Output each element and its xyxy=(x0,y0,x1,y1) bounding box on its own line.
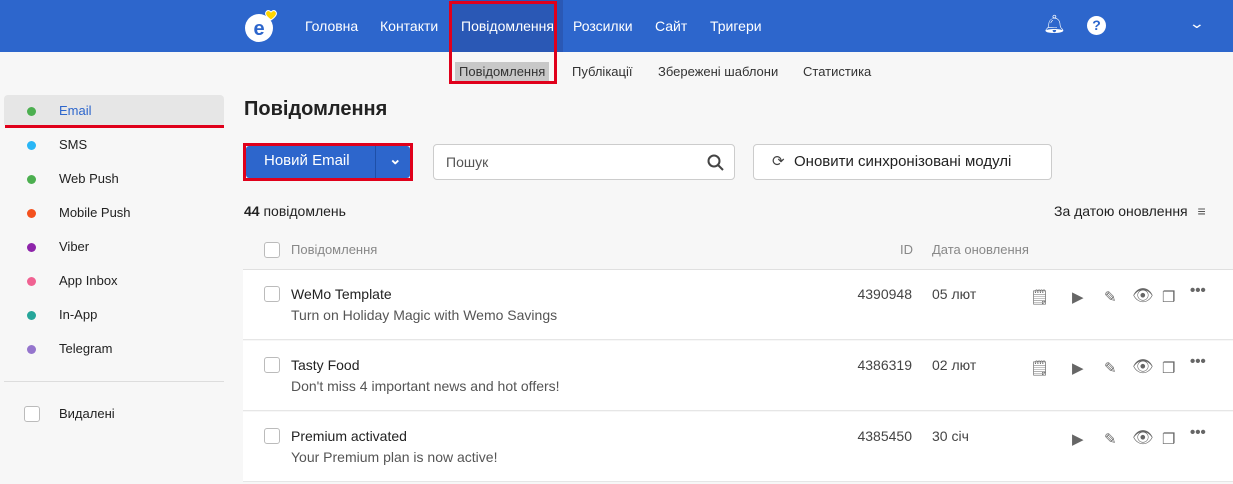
table-row[interactable]: Premium activated Your Premium plan is n… xyxy=(243,412,1233,482)
sidebar-item-label: App Inbox xyxy=(59,273,118,288)
play-icon[interactable]: ▶ xyxy=(1072,430,1084,448)
subnav-statistics[interactable]: Статистика xyxy=(803,62,871,82)
more-icon[interactable]: ••• xyxy=(1190,353,1206,370)
message-date: 02 лют xyxy=(932,357,977,373)
copy-icon[interactable]: ❐ xyxy=(1162,288,1175,306)
channel-dot-icon xyxy=(27,277,36,286)
search-input[interactable]: Пошук xyxy=(433,144,735,180)
channel-dot-icon xyxy=(27,141,36,150)
subnav-messages[interactable]: Повідомлення xyxy=(455,62,550,82)
nav-site[interactable]: Сайт xyxy=(655,0,687,52)
sync-modules-button[interactable]: ⟳ Оновити синхронізовані модулі xyxy=(753,144,1052,180)
nav-messages[interactable]: Повідомлення xyxy=(452,0,563,52)
message-id: 4386319 xyxy=(857,357,912,373)
sidebar-item-mobile-push[interactable]: Mobile Push xyxy=(4,197,224,229)
sidebar-item-label: Viber xyxy=(59,239,90,254)
sidebar-item-sms[interactable]: SMS xyxy=(4,129,224,161)
sidebar-item-label: In-App xyxy=(59,307,98,322)
sidebar-item-deleted[interactable]: Видалені xyxy=(59,406,115,421)
notes-icon[interactable]: 🗒︎ xyxy=(1030,359,1049,377)
message-subject: Your Premium plan is now active! xyxy=(291,449,498,465)
search-icon[interactable] xyxy=(707,154,724,171)
message-subject: Turn on Holiday Magic with Wemo Savings xyxy=(291,307,558,323)
select-all-checkbox[interactable] xyxy=(264,242,280,258)
sidebar-item-label: Telegram xyxy=(59,341,113,356)
split-divider xyxy=(375,146,376,178)
message-id: 4390948 xyxy=(857,286,912,302)
sort-dropdown[interactable]: За датою оновлення ≡ xyxy=(1054,203,1206,219)
column-header-name[interactable]: Повідомлення xyxy=(291,242,377,257)
nav-home[interactable]: Головна xyxy=(305,0,358,52)
message-title[interactable]: WeMo Template xyxy=(291,286,392,302)
svg-text:e: e xyxy=(253,18,264,40)
channel-dot-icon xyxy=(27,243,36,252)
notes-icon[interactable]: 🗒︎ xyxy=(1030,288,1049,306)
sort-icon: ≡ xyxy=(1197,203,1206,219)
count-value: 44 xyxy=(244,203,260,219)
message-title[interactable]: Premium activated xyxy=(291,428,407,444)
count-label: повідомлень xyxy=(263,203,346,219)
nav-campaigns[interactable]: Розсилки xyxy=(573,0,633,52)
message-date: 30 січ xyxy=(932,428,969,444)
nav-triggers[interactable]: Тригери xyxy=(710,0,762,52)
sidebar-item-label: SMS xyxy=(59,137,88,152)
table-row[interactable]: Tasty Food Don't miss 4 important news a… xyxy=(243,341,1233,411)
divider xyxy=(4,381,224,382)
play-icon[interactable]: ▶ xyxy=(1072,359,1084,377)
sidebar-item-label: Mobile Push xyxy=(59,205,131,220)
pencil-icon[interactable]: ✎ xyxy=(1104,359,1117,377)
more-icon[interactable]: ••• xyxy=(1190,282,1206,299)
sidebar-item-app-inbox[interactable]: App Inbox xyxy=(4,265,224,297)
copy-icon[interactable]: ❐ xyxy=(1162,359,1175,377)
search-placeholder: Пошук xyxy=(446,154,489,170)
sidebar-item-web-push[interactable]: Web Push xyxy=(4,163,224,195)
row-checkbox[interactable] xyxy=(264,286,280,302)
message-subject: Don't miss 4 important news and hot offe… xyxy=(291,378,560,394)
channel-dot-icon xyxy=(27,107,36,116)
sidebar-item-viber[interactable]: Viber xyxy=(4,231,224,263)
message-date: 05 лют xyxy=(932,286,977,302)
channel-dot-icon xyxy=(27,209,36,218)
sync-label: Оновити синхронізовані модулі xyxy=(794,153,1012,170)
sidebar-item-label: Web Push xyxy=(59,171,119,186)
subnav-publications[interactable]: Публікації xyxy=(572,62,632,82)
channel-dot-icon xyxy=(27,175,36,184)
column-header-date[interactable]: Дата оновлення xyxy=(932,242,1029,257)
eye-icon[interactable]: 👁︎ xyxy=(1132,428,1154,448)
logo-icon[interactable]: e xyxy=(243,8,279,44)
message-id: 4385450 xyxy=(857,428,912,444)
new-email-button[interactable]: Новий Email ⌄ xyxy=(246,146,410,178)
deleted-checkbox[interactable] xyxy=(24,406,40,422)
help-icon[interactable]: ? xyxy=(1087,16,1106,35)
channel-dot-icon xyxy=(27,311,36,320)
sidebar-item-telegram[interactable]: Telegram xyxy=(4,333,224,365)
nav-contacts[interactable]: Контакти xyxy=(380,0,438,52)
play-icon[interactable]: ▶ xyxy=(1072,288,1084,306)
message-count: 44 повідомлень xyxy=(244,203,346,219)
column-header-id[interactable]: ID xyxy=(900,242,913,257)
highlight-underline xyxy=(5,125,224,128)
subnav-saved-templates[interactable]: Збережені шаблони xyxy=(658,62,778,82)
more-icon[interactable]: ••• xyxy=(1190,424,1206,441)
dropdown-chevron-icon[interactable]: ⌄ xyxy=(389,150,402,168)
table-row[interactable]: WeMo Template Turn on Holiday Magic with… xyxy=(243,270,1233,340)
eye-icon[interactable]: 👁︎ xyxy=(1132,286,1154,306)
page-title: Повідомлення xyxy=(244,98,388,120)
row-checkbox[interactable] xyxy=(264,428,280,444)
bell-icon[interactable]: 🔔︎ xyxy=(1043,14,1066,35)
sidebar-item-label: Email xyxy=(59,103,92,118)
channel-dot-icon xyxy=(27,345,36,354)
pencil-icon[interactable]: ✎ xyxy=(1104,430,1117,448)
eye-icon[interactable]: 👁︎ xyxy=(1132,357,1154,377)
sort-label: За датою оновлення xyxy=(1054,203,1188,219)
message-title[interactable]: Tasty Food xyxy=(291,357,359,373)
copy-icon[interactable]: ❐ xyxy=(1162,430,1175,448)
sync-icon: ⟳ xyxy=(772,153,785,170)
sidebar-item-in-app[interactable]: In-App xyxy=(4,299,224,331)
new-email-label[interactable]: Новий Email xyxy=(264,152,350,169)
chevron-down-icon[interactable]: ⌄ xyxy=(1189,15,1205,32)
sidebar-item-email[interactable]: Email xyxy=(4,95,224,127)
row-checkbox[interactable] xyxy=(264,357,280,373)
pencil-icon[interactable]: ✎ xyxy=(1104,288,1117,306)
